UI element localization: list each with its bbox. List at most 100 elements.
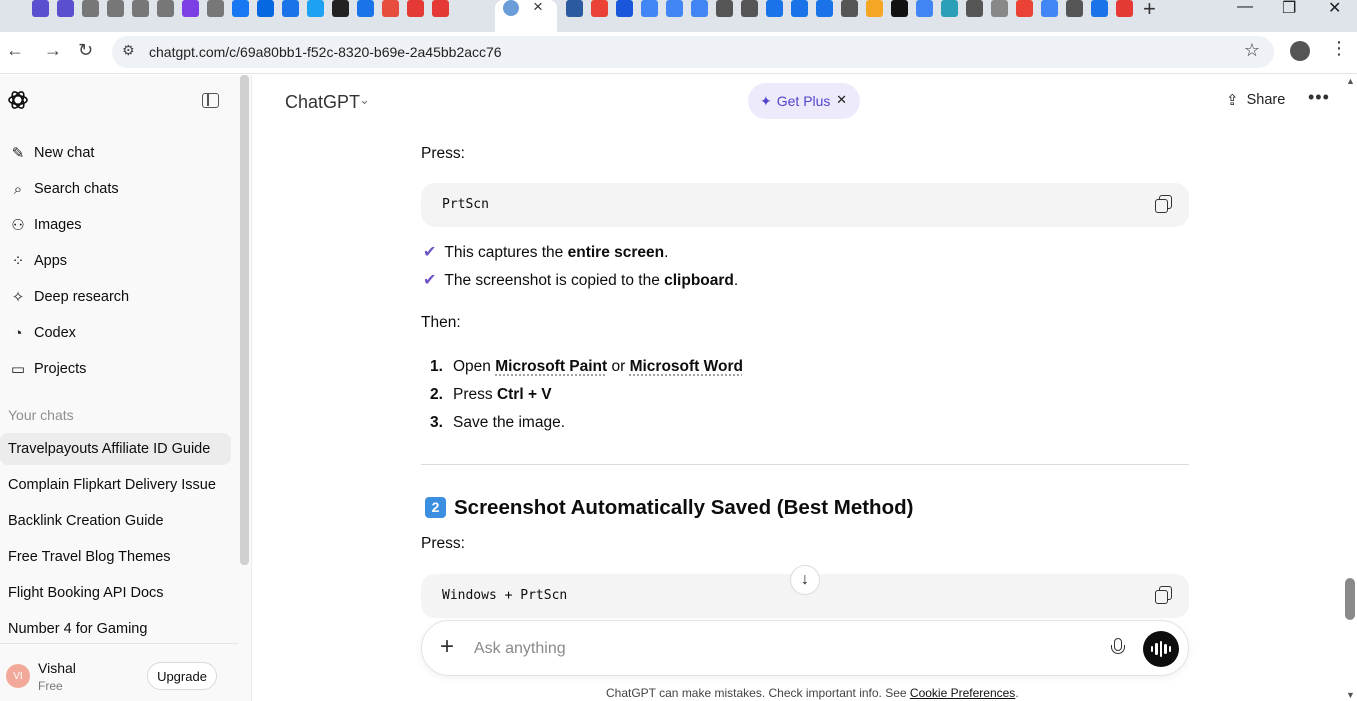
tab-favicon-icon[interactable]: [891, 0, 908, 17]
tab-favicon-icon[interactable]: [57, 0, 74, 17]
tab-favicon-icon[interactable]: [716, 0, 733, 17]
avatar[interactable]: VI: [6, 664, 30, 688]
tab-favicon-icon[interactable]: [916, 0, 933, 17]
model-selector[interactable]: ChatGPT: [285, 92, 360, 113]
chevron-down-icon[interactable]: ⌄: [359, 92, 370, 108]
tab-favicon-icon[interactable]: [691, 0, 708, 17]
tab-favicon-icon[interactable]: [766, 0, 783, 17]
main-scrollbar[interactable]: [1345, 578, 1355, 620]
upgrade-button[interactable]: Upgrade: [147, 662, 217, 690]
user-name[interactable]: Vishal: [38, 660, 76, 676]
restore-icon[interactable]: ❐: [1282, 0, 1296, 18]
tab-favicon-icon[interactable]: [641, 0, 658, 17]
tab-favicon-icon[interactable]: [307, 0, 324, 17]
scroll-to-bottom-button[interactable]: ↓: [790, 565, 820, 595]
sidebar-item-label: Apps: [34, 253, 68, 269]
tab-favicon-icon[interactable]: [1041, 0, 1058, 17]
share-label: Share: [1246, 92, 1286, 108]
voice-mode-button[interactable]: [1143, 631, 1179, 667]
chat-history-item[interactable]: Backlink Creation Guide: [0, 505, 231, 537]
scroll-up-arrow-icon[interactable]: ▲: [1346, 76, 1355, 86]
tab-favicon-icon[interactable]: [357, 0, 374, 17]
new-tab-icon[interactable]: +: [1143, 0, 1156, 22]
sidebar-item-new-chat[interactable]: ✎ New chat: [8, 139, 95, 167]
tab-favicon-icon[interactable]: [566, 0, 583, 17]
user-footer[interactable]: VI Vishal Free Upgrade: [0, 643, 238, 701]
minimize-icon[interactable]: —: [1237, 0, 1253, 16]
tab-favicon-icon[interactable]: [332, 0, 349, 17]
chat-history-item[interactable]: Flight Booking API Docs: [0, 577, 231, 609]
openai-logo-icon[interactable]: [6, 88, 30, 112]
tab-favicon-icon[interactable]: [32, 0, 49, 17]
more-options-icon[interactable]: •••: [1308, 87, 1330, 108]
tab-favicon-icon[interactable]: [207, 0, 224, 17]
tab-favicon-icon[interactable]: [132, 0, 149, 17]
forward-icon[interactable]: →: [44, 40, 62, 61]
tab-favicon-icon[interactable]: [666, 0, 683, 17]
get-plus-button[interactable]: ✦ Get Plus ✕: [748, 83, 860, 119]
copy-icon[interactable]: [1155, 195, 1172, 213]
share-button[interactable]: ⇪ Share: [1226, 91, 1285, 109]
chat-history-item[interactable]: Free Travel Blog Themes: [0, 541, 231, 573]
tab-favicon-icon[interactable]: [82, 0, 99, 17]
sidebar-scrollbar[interactable]: [240, 75, 249, 565]
scroll-down-arrow-icon[interactable]: ▼: [1346, 690, 1355, 700]
tab-favicon-icon[interactable]: [432, 0, 449, 17]
tab-favicon-icon[interactable]: [382, 0, 399, 17]
back-icon[interactable]: ←: [6, 40, 24, 61]
sidebar-item-apps[interactable]: ⁘ Apps: [8, 247, 67, 275]
sidebar-item-projects[interactable]: ▭ Projects: [8, 355, 86, 383]
browser-menu-icon[interactable]: ⋮: [1330, 38, 1348, 59]
prompt-input[interactable]: Ask anything: [474, 640, 566, 658]
tab-favicon-icon[interactable]: [816, 0, 833, 17]
entity-link[interactable]: Microsoft Paint: [495, 358, 607, 375]
entity-link[interactable]: Microsoft Word: [630, 358, 743, 375]
omnibox[interactable]: ⚙ chatgpt.com/c/69a80bb1-f52c-8320-b69e-…: [112, 36, 1274, 68]
tab-favicon-icon[interactable]: [966, 0, 983, 17]
tab-favicon-icon[interactable]: [991, 0, 1008, 17]
tab-favicon-icon[interactable]: [407, 0, 424, 17]
get-plus-label: Get Plus: [776, 93, 831, 109]
close-tab-icon[interactable]: ×: [533, 0, 543, 17]
tab-favicon-icon[interactable]: [107, 0, 124, 17]
attach-plus-icon[interactable]: +: [440, 633, 454, 661]
tab-favicon-icon[interactable]: [1066, 0, 1083, 17]
chat-history-item[interactable]: Number 4 for Gaming: [0, 613, 231, 645]
tab-favicon-icon[interactable]: [1016, 0, 1033, 17]
profile-avatar-icon[interactable]: [1290, 41, 1310, 61]
tab-favicon-icon[interactable]: [866, 0, 883, 17]
tab-favicon-icon[interactable]: [232, 0, 249, 17]
tab-favicon-icon[interactable]: [282, 0, 299, 17]
close-window-icon[interactable]: ✕: [1328, 0, 1341, 18]
tab-favicon-icon[interactable]: [182, 0, 199, 17]
tab-favicon-icon[interactable]: [841, 0, 858, 17]
chat-history-item[interactable]: Complain Flipkart Delivery Issue: [0, 469, 231, 501]
disclaimer: ChatGPT can make mistakes. Check importa…: [606, 686, 1019, 700]
sidebar-item-images[interactable]: ⚇ Images: [8, 211, 81, 239]
tab-favicon-icon[interactable]: [1091, 0, 1108, 17]
tab-favicon-icon[interactable]: [941, 0, 958, 17]
tab-favicon-icon[interactable]: [616, 0, 633, 17]
bookmark-star-icon[interactable]: ☆: [1244, 40, 1260, 61]
url-text[interactable]: chatgpt.com/c/69a80bb1-f52c-8320-b69e-2a…: [149, 44, 502, 60]
sidebar-item-deep-research[interactable]: ✧ Deep research: [8, 283, 129, 311]
tab-favicon-icon[interactable]: [591, 0, 608, 17]
sidebar-item-search-chats[interactable]: ⌕ Search chats: [8, 175, 119, 203]
step-item: 1. Open Microsoft Paint or Microsoft Word: [430, 358, 743, 375]
reload-icon[interactable]: ↻: [78, 40, 93, 61]
tab-favicon-icon[interactable]: [741, 0, 758, 17]
site-settings-icon[interactable]: ⚙: [122, 42, 135, 59]
tab-favicon-icon[interactable]: [257, 0, 274, 17]
sidebar-item-codex[interactable]: ◔ Codex: [8, 319, 75, 347]
tab-favicon-icon[interactable]: [791, 0, 808, 17]
close-icon[interactable]: ✕: [836, 92, 847, 108]
tab-favicon-icon[interactable]: [1116, 0, 1133, 17]
chat-history-item[interactable]: Travelpayouts Affiliate ID Guide: [0, 433, 231, 465]
sidebar-toggle-icon[interactable]: [202, 93, 219, 108]
active-tab[interactable]: ×: [495, 0, 557, 32]
tab-favicon-icon[interactable]: [157, 0, 174, 17]
composer[interactable]: + Ask anything: [421, 620, 1189, 676]
microphone-icon[interactable]: [1110, 638, 1125, 658]
copy-icon[interactable]: [1155, 586, 1172, 604]
cookie-preferences-link[interactable]: Cookie Preferences: [910, 686, 1015, 700]
